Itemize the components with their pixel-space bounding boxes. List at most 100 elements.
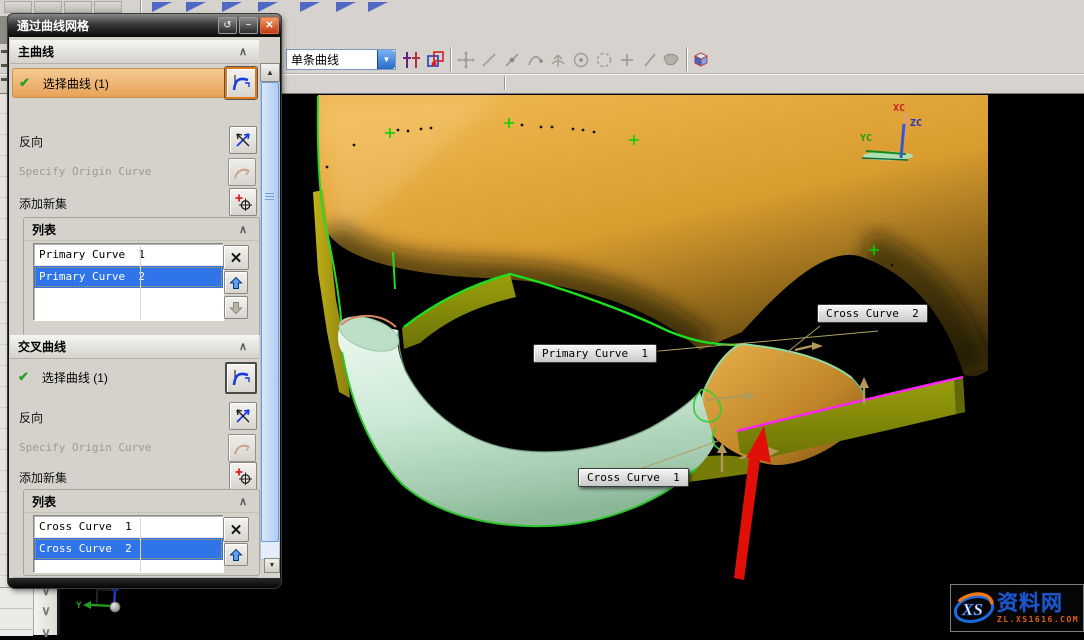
- curve-rule-value: 单条曲线: [287, 51, 377, 68]
- cross-curve-select-button[interactable]: [225, 362, 257, 394]
- move-down-button[interactable]: [224, 296, 248, 319]
- snap-inferred-icon[interactable]: [457, 51, 475, 69]
- check-icon: ✔: [13, 75, 30, 91]
- tag-primary-curve-1[interactable]: Primary Curve 1: [533, 344, 657, 363]
- scroll-down-button[interactable]: ▼: [264, 558, 280, 573]
- through-curve-mesh-dialog: 通过曲线网格 ↺ − ✕ ▲ ▼ 主曲线 ∧ ✔ 选择曲线 (1) 反向: [8, 14, 281, 588]
- intersection-stop-icon[interactable]: [402, 50, 422, 70]
- wcs-x-label: XC: [893, 103, 905, 114]
- snap-midpoint-icon[interactable]: [503, 51, 521, 69]
- arrow-up-icon: [229, 276, 243, 290]
- curve-rule-dropdown[interactable]: 单条曲线 ▼: [286, 49, 396, 70]
- primary-list-header[interactable]: 列表 ∧: [24, 218, 259, 241]
- primary-origin-button: [228, 158, 256, 186]
- list-item[interactable]: Cross Curve 1: [34, 516, 223, 538]
- cross-list-group: 列表 ∧ Cross Curve 1 Cross Curve 2 ✕: [23, 489, 260, 576]
- origin-curve-icon: [233, 163, 251, 181]
- app-window: { "icons": { "reset_glyph": "↺", "minimi…: [0, 0, 1084, 635]
- chevron-down-icon[interactable]: ∨: [38, 605, 54, 617]
- curve-select-icon: [231, 73, 251, 93]
- view-tool-icon[interactable]: [300, 2, 320, 12]
- origin-curve-icon: [233, 439, 251, 457]
- wcs-y-label: YC: [860, 133, 872, 144]
- snap-existing-point-icon[interactable]: [618, 51, 636, 69]
- add-new-set-icon: [234, 467, 252, 485]
- cross-add-set-label: 添加新集: [19, 469, 67, 486]
- cross-add-set-button[interactable]: [229, 462, 257, 490]
- view-tool-icon[interactable]: [336, 2, 356, 12]
- cross-origin-button: [228, 434, 256, 462]
- toolbar-separator: [686, 47, 687, 71]
- primary-select-curve-row[interactable]: ✔ 选择曲线 (1): [12, 68, 233, 98]
- collapse-icon[interactable]: ∧: [239, 495, 247, 508]
- dialog-scrollbar-thumb[interactable]: [261, 82, 279, 542]
- cross-origin-label: Specify Origin Curve: [19, 441, 151, 454]
- cross-select-curve-row[interactable]: ✔ 选择曲线 (1): [12, 363, 231, 391]
- list-item-selected[interactable]: Primary Curve 2: [34, 266, 223, 288]
- view-tool-icon[interactable]: [186, 2, 206, 12]
- watermark-logo: XS: [951, 588, 997, 628]
- arrow-up-icon: [229, 548, 243, 562]
- scroll-up-button[interactable]: ▲: [260, 63, 280, 82]
- section-header-primary[interactable]: 主曲线 ∧: [10, 40, 259, 64]
- move-up-button[interactable]: [224, 543, 248, 566]
- cross-reverse-label: 反向: [19, 409, 43, 426]
- snap-intersection-icon[interactable]: [549, 51, 567, 69]
- primary-reverse-button[interactable]: [229, 126, 257, 154]
- primary-curve-list[interactable]: Primary Curve 1 Primary Curve 2: [33, 243, 224, 321]
- list-item-selected[interactable]: Cross Curve 2: [34, 538, 223, 560]
- minimize-button[interactable]: −: [239, 17, 258, 34]
- list-item[interactable]: Primary Curve 1: [34, 244, 223, 266]
- remove-item-button[interactable]: ✕: [223, 245, 249, 270]
- check-icon: ✔: [12, 369, 29, 385]
- close-button[interactable]: ✕: [260, 17, 279, 34]
- tube-surface[interactable]: [335, 310, 715, 526]
- collapse-icon[interactable]: ∧: [239, 340, 247, 353]
- snap-point-on-curve-icon[interactable]: [641, 51, 659, 69]
- wireframe-cube-icon[interactable]: [691, 49, 711, 69]
- window-layout-icon[interactable]: [4, 1, 32, 13]
- snap-control-point-icon[interactable]: [526, 51, 544, 69]
- snap-point-on-surface-icon[interactable]: [662, 51, 680, 69]
- view-tool-icon[interactable]: [258, 2, 278, 12]
- reverse-direction-icon: [234, 407, 252, 425]
- top-toolbar-clipped: [0, 0, 1084, 14]
- dialog-title-bar[interactable]: 通过曲线网格 ↺ − ✕: [8, 14, 281, 37]
- svg-text:XS: XS: [961, 600, 983, 619]
- snap-point-icon[interactable]: [426, 50, 446, 70]
- wcs-z-label: ZC: [910, 118, 922, 129]
- arrow-down-icon: [229, 301, 243, 315]
- cross-curve-list[interactable]: Cross Curve 1 Cross Curve 2: [33, 515, 224, 573]
- tag-cross-curve-1[interactable]: Cross Curve 1: [578, 468, 689, 487]
- watermark: XS 资料网 ZL.XS1616.COM: [950, 584, 1084, 632]
- snap-arc-center-icon[interactable]: [572, 51, 590, 69]
- toolbar-separator: [450, 47, 451, 71]
- bottom-left-panel: ∨ ∨ ∨: [0, 587, 60, 635]
- collapse-icon[interactable]: ∧: [239, 223, 247, 236]
- toolbar-separator: [504, 76, 505, 90]
- chevron-down-icon[interactable]: ▼: [377, 50, 395, 69]
- move-up-button[interactable]: [224, 271, 248, 294]
- primary-curve-select-button[interactable]: [225, 67, 257, 99]
- reverse-direction-icon: [234, 131, 252, 149]
- window-layout-icon[interactable]: [94, 1, 122, 13]
- expand-column: ∨ ∨ ∨: [33, 587, 59, 635]
- window-layout-icon[interactable]: [64, 1, 92, 13]
- chevron-down-icon[interactable]: ∨: [38, 627, 54, 639]
- curve-select-icon: [231, 368, 251, 388]
- view-tool-icon[interactable]: [222, 2, 242, 12]
- window-layout-icon[interactable]: [34, 1, 62, 13]
- snap-endpoint-icon[interactable]: [480, 51, 498, 69]
- remove-item-button[interactable]: ✕: [223, 517, 249, 542]
- collapse-icon[interactable]: ∧: [239, 45, 247, 58]
- cross-reverse-button[interactable]: [229, 402, 257, 430]
- section-header-cross[interactable]: 交叉曲线 ∧: [10, 335, 259, 359]
- snap-quadrant-icon[interactable]: [595, 51, 613, 69]
- reset-button[interactable]: ↺: [218, 17, 237, 34]
- middle-ribbon-surface[interactable]: [402, 274, 516, 349]
- view-tool-icon[interactable]: [368, 2, 388, 12]
- tag-cross-curve-2[interactable]: Cross Curve 2: [817, 304, 928, 323]
- cross-list-header[interactable]: 列表 ∧: [24, 490, 259, 513]
- view-tool-icon[interactable]: [152, 2, 172, 12]
- primary-add-set-button[interactable]: [229, 188, 257, 216]
